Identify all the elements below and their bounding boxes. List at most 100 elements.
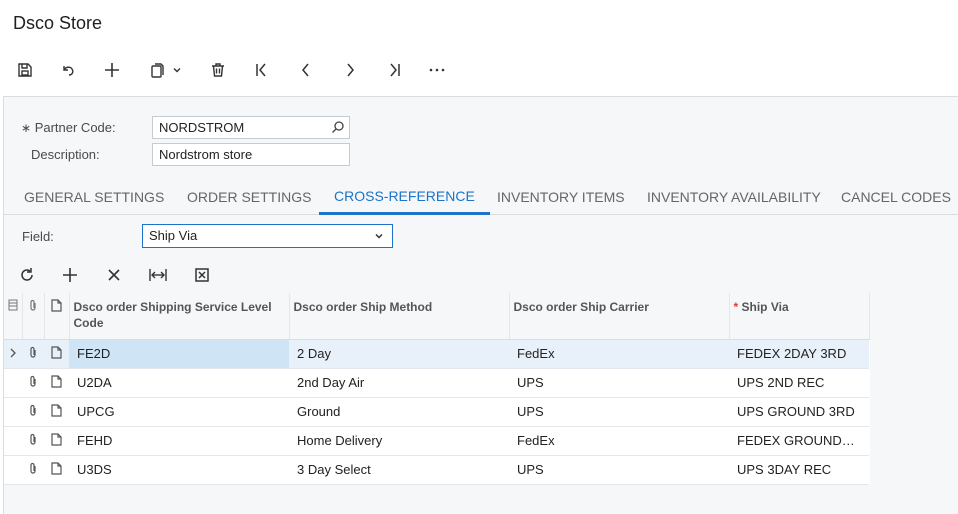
first-record-button[interactable]	[251, 56, 273, 84]
add-button[interactable]	[101, 56, 123, 84]
trash-icon	[212, 63, 224, 77]
cell-ship-carrier[interactable]: UPS	[509, 455, 729, 485]
row-selector[interactable]	[4, 368, 22, 398]
cell-ship-via[interactable]: UPS 2ND REC	[729, 368, 869, 398]
cell-ship-method[interactable]: Home Delivery	[289, 426, 509, 456]
row-selected-indicator[interactable]	[4, 339, 22, 369]
row-selector-header[interactable]	[4, 293, 23, 340]
chevron-down-icon	[373, 230, 385, 246]
delete-row-button[interactable]	[103, 261, 125, 289]
note-icon	[51, 345, 62, 359]
paperclip-icon	[30, 375, 36, 387]
export-excel-button[interactable]	[191, 261, 213, 289]
first-icon	[256, 63, 266, 77]
col-header-service-level-code[interactable]: Dsco order Shipping Service Level Code	[69, 293, 290, 340]
cell-service-level-code[interactable]: U3DS	[69, 455, 289, 485]
fit-columns-button[interactable]	[147, 261, 169, 289]
prev-icon	[302, 63, 309, 77]
row-attachment[interactable]	[22, 339, 44, 369]
table-row[interactable]: U3DS 3 Day Select UPS UPS 3DAY REC	[4, 455, 869, 485]
add-row-button[interactable]	[59, 261, 81, 289]
row-note[interactable]	[44, 455, 69, 485]
fit-width-icon	[149, 269, 167, 281]
cell-ship-method[interactable]: 2nd Day Air	[289, 368, 509, 398]
row-attachment[interactable]	[22, 455, 44, 485]
cell-ship-carrier[interactable]: UPS	[509, 368, 729, 398]
chevron-right-icon	[10, 348, 16, 358]
row-note[interactable]	[44, 426, 69, 456]
next-record-button[interactable]	[339, 56, 361, 84]
row-attachment[interactable]	[22, 426, 44, 456]
column-config-icon	[8, 299, 18, 311]
paperclip-icon	[30, 299, 36, 311]
paperclip-icon	[30, 404, 36, 416]
col-header-ship-carrier[interactable]: Dsco order Ship Carrier	[509, 293, 730, 340]
description-field[interactable]: Nordstrom store	[152, 143, 350, 166]
cell-ship-via[interactable]: UPS 3DAY REC	[729, 455, 869, 485]
row-attachment[interactable]	[22, 368, 44, 398]
cell-ship-method[interactable]: 3 Day Select	[289, 455, 509, 485]
tab-general-settings[interactable]: GENERAL SETTINGS	[24, 177, 164, 215]
cell-ship-carrier[interactable]: UPS	[509, 397, 729, 427]
partner-code-field[interactable]: NORDSTROM	[152, 116, 350, 139]
cell-service-level-code[interactable]: FEHD	[69, 426, 289, 456]
cell-ship-method[interactable]: Ground	[289, 397, 509, 427]
cell-ship-via[interactable]: FEDEX 2DAY 3RD	[729, 339, 869, 369]
row-note[interactable]	[44, 339, 69, 369]
copy-icon	[151, 63, 164, 78]
attachment-header	[22, 293, 45, 340]
table-row[interactable]: U2DA 2nd Day Air UPS UPS 2ND REC	[4, 368, 869, 398]
paperclip-icon	[30, 346, 36, 358]
row-note[interactable]	[44, 368, 69, 398]
row-note[interactable]	[44, 397, 69, 427]
tab-inventory-items[interactable]: INVENTORY ITEMS	[497, 177, 625, 215]
required-marker: ∗	[21, 121, 32, 135]
col-header-ship-method[interactable]: Dsco order Ship Method	[289, 293, 510, 340]
delete-button[interactable]	[207, 56, 229, 84]
tab-bar: GENERAL SETTINGS ORDER SETTINGS CROSS-RE…	[4, 177, 958, 215]
refresh-button[interactable]	[16, 261, 38, 289]
cell-service-level-code[interactable]: FE2D	[69, 339, 289, 369]
row-selector[interactable]	[4, 397, 22, 427]
cell-ship-carrier[interactable]: FedEx	[509, 339, 729, 369]
cell-ship-via[interactable]: UPS GROUND 3RD	[729, 397, 869, 427]
plus-icon	[105, 63, 119, 77]
cell-service-level-code[interactable]: UPCG	[69, 397, 289, 427]
search-icon[interactable]	[331, 120, 345, 138]
cell-service-level-code[interactable]: U2DA	[69, 368, 289, 398]
last-record-button[interactable]	[383, 56, 405, 84]
note-icon	[51, 374, 62, 388]
field-label: Field:	[22, 229, 54, 244]
table-row[interactable]: FE2D 2 Day FedEx FEDEX 2DAY 3RD	[4, 339, 869, 369]
copy-paste-button[interactable]	[145, 56, 187, 84]
note-icon	[51, 461, 62, 475]
save-icon	[18, 63, 32, 77]
undo-icon	[63, 66, 74, 76]
row-selector[interactable]	[4, 426, 22, 456]
row-attachment[interactable]	[22, 397, 44, 427]
save-button[interactable]	[14, 56, 36, 84]
row-selector[interactable]	[4, 455, 22, 485]
field-select[interactable]: Ship Via	[142, 224, 393, 248]
excel-icon	[195, 268, 209, 282]
undo-button[interactable]	[57, 56, 79, 84]
cell-ship-via[interactable]: FEDEX GROUND…	[729, 426, 869, 456]
partner-code-label: ∗ Partner Code:	[21, 120, 116, 135]
tab-order-settings[interactable]: ORDER SETTINGS	[187, 177, 311, 215]
note-header	[44, 293, 70, 340]
col-header-ship-via[interactable]: * Ship Via	[729, 293, 870, 340]
tab-cancel-codes[interactable]: CANCEL CODES	[841, 177, 951, 215]
previous-record-button[interactable]	[295, 56, 317, 84]
note-icon	[51, 403, 62, 417]
paperclip-icon	[30, 433, 36, 445]
cell-ship-method[interactable]: 2 Day	[289, 339, 509, 369]
tab-cross-reference[interactable]: CROSS-REFERENCE	[319, 177, 490, 215]
last-icon	[390, 63, 400, 77]
cell-ship-carrier[interactable]: FedEx	[509, 426, 729, 456]
next-icon	[347, 63, 354, 77]
table-row[interactable]: FEHD Home Delivery FedEx FEDEX GROUND…	[4, 426, 869, 456]
more-actions-button[interactable]	[426, 56, 448, 84]
close-icon	[108, 269, 120, 281]
tab-inventory-availability[interactable]: INVENTORY AVAILABILITY	[647, 177, 821, 215]
table-row[interactable]: UPCG Ground UPS UPS GROUND 3RD	[4, 397, 869, 427]
